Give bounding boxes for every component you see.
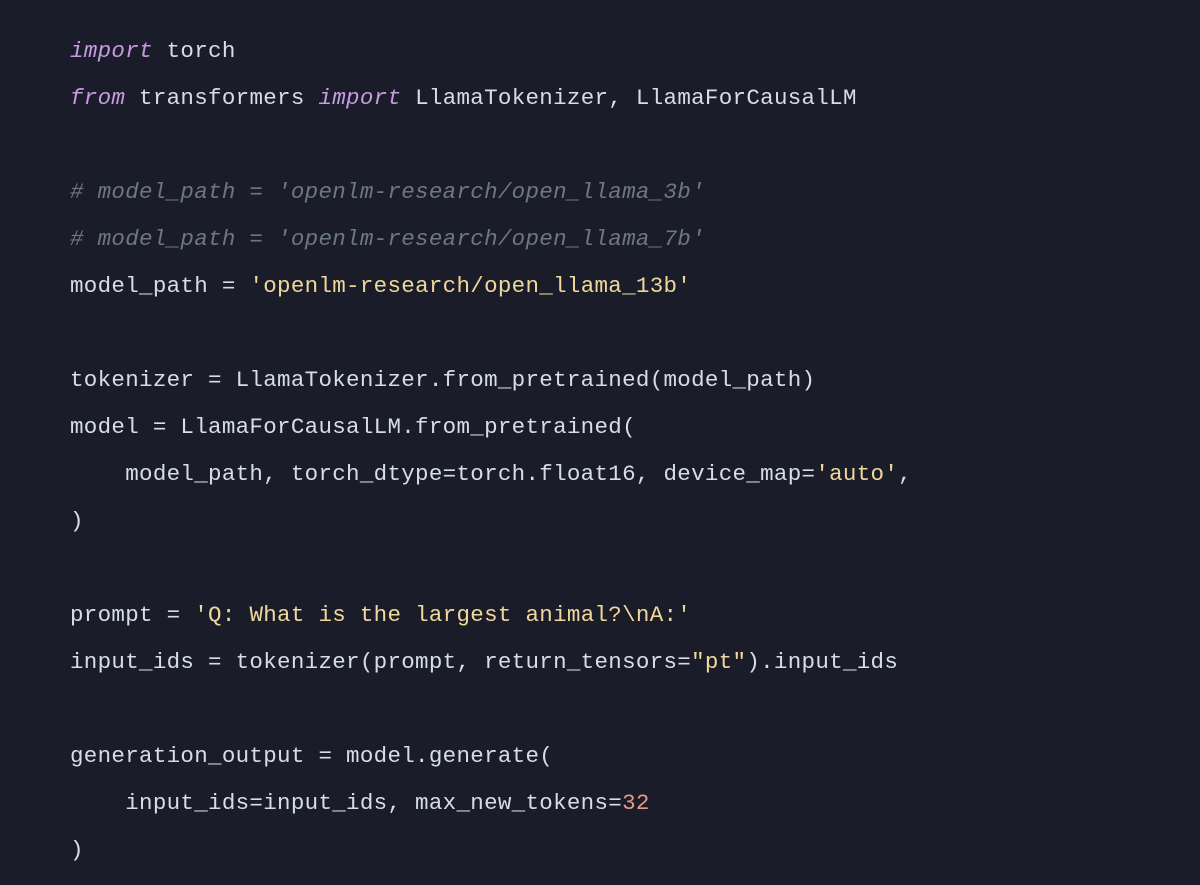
code-line-13: prompt = 'Q: What is the largest animal?… [70,592,1200,639]
code-text: model_path, torch_dtype=torch.float16, d… [70,461,815,487]
code-text: ).input_ids [746,649,898,675]
code-line-5-comment: # model_path = 'openlm-research/open_lla… [70,216,1200,263]
number-literal: 32 [622,790,650,816]
code-line-18: ) [70,827,1200,874]
code-line-1: import torch [70,28,1200,75]
code-line-9: model = LlamaForCausalLM.from_pretrained… [70,404,1200,451]
code-text: input_ids = tokenizer(prompt, return_ten… [70,649,691,675]
code-line-2: from transformers import LlamaTokenizer,… [70,75,1200,122]
string-literal: 'Q: What is the largest animal?\nA:' [194,602,691,628]
code-line-15 [70,686,1200,733]
string-literal: 'openlm-research/open_llama_13b' [249,273,691,299]
code-line-8: tokenizer = LlamaTokenizer.from_pretrain… [70,357,1200,404]
code-line-14: input_ids = tokenizer(prompt, return_ten… [70,639,1200,686]
code-line-3 [70,122,1200,169]
code-line-7 [70,310,1200,357]
code-line-17: input_ids=input_ids, max_new_tokens=32 [70,780,1200,827]
code-text: prompt = [70,602,194,628]
code-text: input_ids=input_ids, max_new_tokens= [70,790,622,816]
keyword-from: from [70,85,125,111]
keyword-import: import [318,85,401,111]
code-line-16: generation_output = model.generate( [70,733,1200,780]
code-text: model_path = [70,273,249,299]
string-literal: 'auto' [815,461,898,487]
code-line-12 [70,545,1200,592]
code-block: import torch from transformers import Ll… [70,28,1200,874]
code-text: LlamaTokenizer, LlamaForCausalLM [401,85,856,111]
string-literal: "pt" [691,649,746,675]
code-text: , [898,461,912,487]
keyword-import: import [70,38,153,64]
code-line-10: model_path, torch_dtype=torch.float16, d… [70,451,1200,498]
code-line-4-comment: # model_path = 'openlm-research/open_lla… [70,169,1200,216]
code-line-11: ) [70,498,1200,545]
code-text: torch [153,38,236,64]
code-line-6: model_path = 'openlm-research/open_llama… [70,263,1200,310]
code-text: transformers [125,85,318,111]
